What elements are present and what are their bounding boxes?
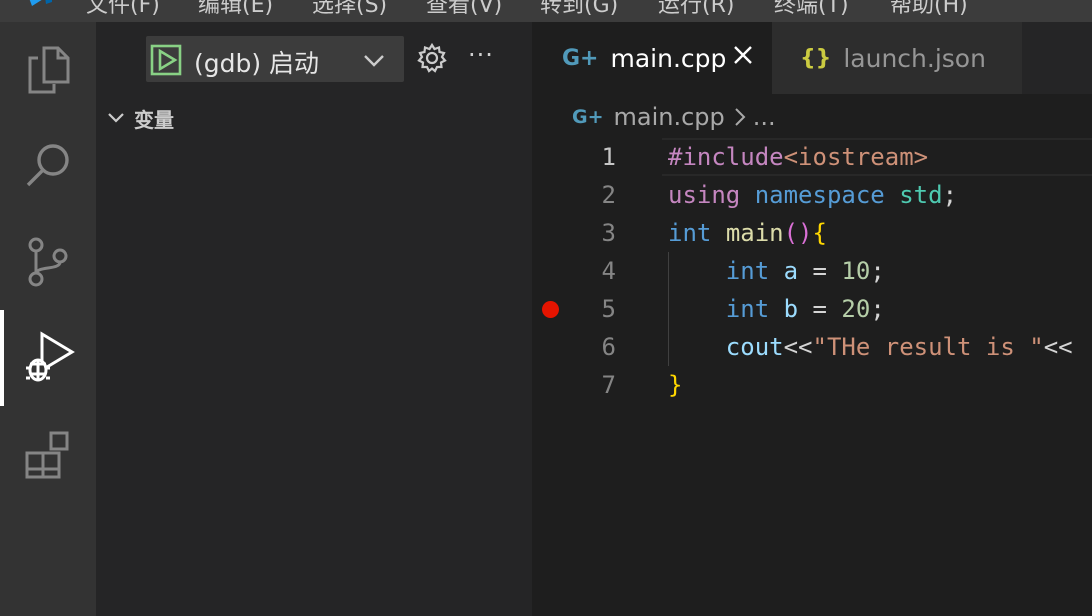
search-icon bbox=[26, 144, 69, 187]
line-number: 2 bbox=[601, 181, 616, 209]
debug-config-dropdown[interactable]: (gdb) 启动 bbox=[146, 36, 404, 82]
code-line[interactable]: 3 int main(){ bbox=[532, 214, 1092, 252]
code-line-text: int main(){ bbox=[668, 216, 827, 250]
menu-help[interactable]: 帮助(H) bbox=[890, 0, 968, 19]
token: b bbox=[783, 295, 799, 323]
menu-selection[interactable]: 选择(S) bbox=[312, 0, 387, 19]
token: = bbox=[798, 295, 842, 323]
code-line-text: using namespace std; bbox=[668, 178, 957, 212]
token: namespace bbox=[754, 181, 885, 209]
token: main bbox=[725, 219, 784, 247]
editor-tabs: G+ main.cpp {} launch.json bbox=[532, 22, 1092, 94]
activity-run-debug[interactable] bbox=[0, 310, 96, 406]
token: 20 bbox=[841, 295, 871, 323]
token: std bbox=[899, 181, 943, 209]
line-number: 5 bbox=[601, 295, 616, 323]
source-control-icon bbox=[28, 237, 68, 287]
variables-header-label: 变量 bbox=[134, 107, 174, 132]
code-line-text: #include<iostream> bbox=[668, 140, 928, 174]
tab-label: launch.json bbox=[843, 43, 986, 73]
debug-config-label: (gdb) 启动 bbox=[194, 49, 320, 78]
line-number: 7 bbox=[601, 371, 616, 399]
menu-view[interactable]: 查看(V) bbox=[426, 0, 502, 19]
menu-go[interactable]: 转到(G) bbox=[540, 0, 618, 19]
code-line[interactable]: 5 int b = 20; bbox=[532, 290, 1092, 328]
chevron-right-icon bbox=[735, 108, 746, 126]
breadcrumb: G+ main.cpp ... bbox=[572, 100, 776, 134]
variables-section-header[interactable]: 变量 bbox=[106, 104, 174, 132]
token: ; bbox=[870, 257, 885, 285]
breadcrumb-file[interactable]: main.cpp bbox=[614, 103, 725, 131]
line-number: 6 bbox=[601, 333, 616, 361]
tab-launch-json[interactable]: {} launch.json bbox=[772, 22, 1022, 94]
token: #include bbox=[668, 143, 784, 171]
menu-run[interactable]: 运行(R) bbox=[658, 0, 734, 19]
token: cout bbox=[725, 333, 784, 361]
vscode-logo-icon bbox=[29, 0, 52, 6]
activity-explorer[interactable] bbox=[0, 22, 96, 118]
breakpoint-icon[interactable] bbox=[542, 301, 559, 318]
files-icon bbox=[28, 46, 70, 94]
tab-main-cpp[interactable]: G+ main.cpp bbox=[532, 22, 772, 94]
chevron-down-icon bbox=[108, 113, 124, 123]
activity-source-control[interactable] bbox=[0, 214, 96, 310]
code-line-text: int a = 10; bbox=[668, 254, 885, 288]
code-line-text: int b = 20; bbox=[668, 292, 885, 326]
code-line[interactable]: 2 using namespace std; bbox=[532, 176, 1092, 214]
code-line-text: cout<<"THe result is "<< bbox=[668, 330, 1073, 364]
token: 10 bbox=[841, 257, 871, 285]
line-number: 3 bbox=[601, 219, 616, 247]
token: int bbox=[725, 257, 770, 285]
more-actions-icon[interactable]: ··· bbox=[468, 43, 494, 67]
cpp-file-icon: G+ bbox=[562, 45, 599, 71]
json-file-icon: {} bbox=[800, 45, 832, 71]
line-number: 1 bbox=[601, 143, 616, 171]
debug-sidebar: (gdb) 启动 ··· 变量 bbox=[96, 22, 532, 616]
close-icon[interactable] bbox=[732, 44, 754, 66]
token: ; bbox=[870, 295, 885, 323]
token: using bbox=[668, 181, 741, 209]
tab-label: main.cpp bbox=[610, 43, 727, 73]
token: "THe result is " bbox=[812, 333, 1044, 361]
menu-terminal[interactable]: 终端(T) bbox=[774, 0, 849, 19]
token: <iostream> bbox=[783, 143, 929, 171]
editor-area: G+ main.cpp {} launch.json G+ main.cpp .… bbox=[532, 22, 1092, 616]
token: () bbox=[783, 219, 813, 247]
menu-bar: 文件(F) 编辑(E) 选择(S) 查看(V) 转到(G) 运行(R) 终端(T… bbox=[0, 0, 1092, 22]
token: } bbox=[668, 371, 683, 399]
token: ; bbox=[942, 181, 958, 209]
code-line-text: } bbox=[668, 368, 682, 402]
breadcrumb-symbols[interactable]: ... bbox=[753, 103, 776, 131]
token: int bbox=[725, 295, 770, 323]
cpp-file-icon: G+ bbox=[572, 106, 604, 128]
token: a bbox=[783, 257, 799, 285]
chevron-down-icon[interactable] bbox=[362, 48, 386, 72]
start-debugging-icon[interactable] bbox=[150, 44, 182, 76]
token: int bbox=[668, 219, 712, 247]
run-debug-icon bbox=[26, 331, 75, 382]
activity-extensions[interactable] bbox=[0, 406, 96, 502]
line-number: 4 bbox=[601, 257, 616, 285]
menu-file[interactable]: 文件(F) bbox=[86, 0, 160, 19]
gear-icon[interactable] bbox=[416, 42, 448, 74]
menu-edit[interactable]: 编辑(E) bbox=[198, 0, 273, 19]
token: << bbox=[783, 333, 813, 361]
activity-bar bbox=[0, 22, 96, 616]
code-line[interactable]: 7 } bbox=[532, 366, 1092, 404]
token: = bbox=[798, 257, 842, 285]
code-line[interactable]: 4 int a = 10; bbox=[532, 252, 1092, 290]
activity-search[interactable] bbox=[0, 118, 96, 214]
extensions-icon bbox=[25, 431, 69, 479]
token: << bbox=[1043, 333, 1073, 361]
code-line[interactable]: 6 cout<<"THe result is "<< bbox=[532, 328, 1092, 366]
code-line[interactable]: 1 #include<iostream> bbox=[532, 138, 1092, 176]
token: { bbox=[812, 219, 827, 247]
